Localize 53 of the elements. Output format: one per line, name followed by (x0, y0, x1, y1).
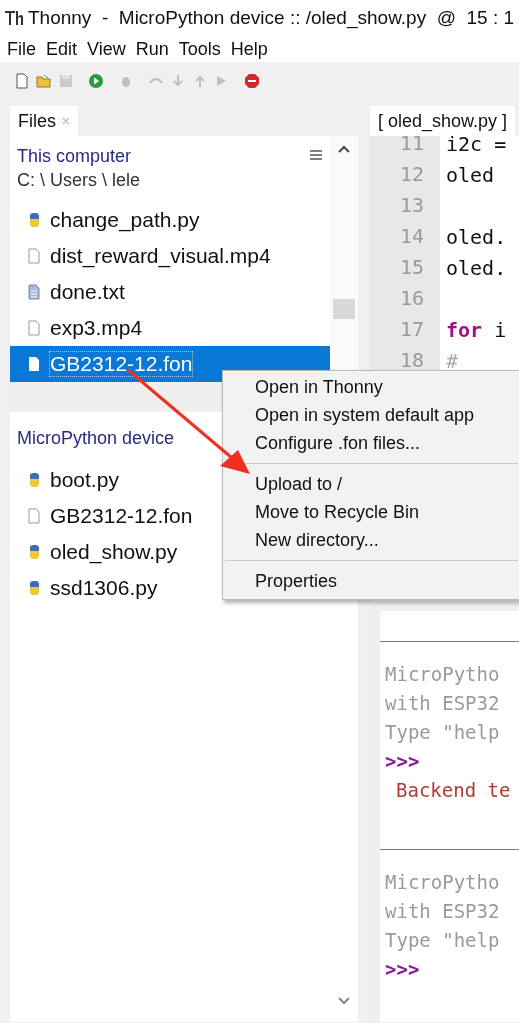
section-heading: This computer (17, 145, 132, 168)
line-number: 17 (370, 314, 440, 345)
scroll-up-icon[interactable] (337, 144, 351, 154)
menu-item[interactable]: Run (134, 38, 170, 60)
run-icon[interactable] (88, 73, 104, 89)
code-line: for i (445, 317, 507, 342)
shell-output: MicroPytho (384, 870, 501, 895)
line-number: 13 (370, 190, 440, 221)
code-line: # (445, 348, 459, 373)
folder-path: C: \ Users \ lele (17, 169, 141, 192)
new-file-icon[interactable] (14, 73, 30, 89)
menu-item[interactable]: View (86, 38, 127, 60)
menu-icon[interactable] (310, 150, 322, 160)
stop-icon[interactable] (244, 73, 260, 89)
line-number: 12 (370, 159, 440, 190)
code-line: oled. (445, 224, 507, 249)
folder-icon[interactable] (36, 73, 52, 89)
shell-output: Type "help (384, 928, 501, 953)
text-file-icon (26, 284, 42, 300)
shell-output: with ESP32 (384, 691, 501, 716)
menu-item[interactable]: Help (229, 38, 269, 60)
code-line: oled. (445, 255, 507, 280)
menu-item[interactable]: Tools (177, 38, 222, 60)
menu-item[interactable]: File (6, 38, 37, 60)
editor-tab[interactable]: [ oled_show.py ] (370, 106, 516, 136)
file-list-item[interactable]: done.txt (10, 274, 330, 310)
file-icon (26, 248, 42, 264)
shell-output: with ESP32 (384, 899, 501, 924)
file-icon (26, 356, 42, 372)
file-list-item[interactable]: change_path.py (10, 202, 330, 238)
files-tab[interactable]: Files (10, 106, 78, 136)
shell-prompt: >>> (384, 749, 421, 774)
code-line: oled (445, 162, 495, 187)
code-line: i2c = (445, 136, 507, 156)
line-number: 15 (370, 252, 440, 283)
file-list-item[interactable]: exp3.mp4 (10, 310, 330, 346)
shell-output: MicroPytho (384, 662, 501, 687)
file-list-item[interactable]: dist_reward_visual.mp4 (10, 238, 330, 274)
app-icon (4, 8, 24, 28)
section-heading: MicroPython device (17, 427, 175, 450)
scrollbar-thumb[interactable] (333, 299, 355, 319)
line-number: 16 (370, 283, 440, 314)
close-icon[interactable] (62, 117, 70, 125)
line-number: 14 (370, 221, 440, 252)
menu-item[interactable]: Edit (45, 38, 79, 60)
scroll-down-icon[interactable] (337, 996, 351, 1006)
file-icon (26, 508, 42, 524)
shell-prompt: >>> (384, 957, 421, 982)
window-title: Thonny - MicroPython device :: /oled_show.py @ 15 : 1 (28, 7, 515, 29)
shell-output: Type "help (384, 720, 501, 745)
line-number: 11 (370, 136, 440, 159)
file-icon (26, 320, 42, 336)
error-message: Backend te (395, 778, 512, 803)
